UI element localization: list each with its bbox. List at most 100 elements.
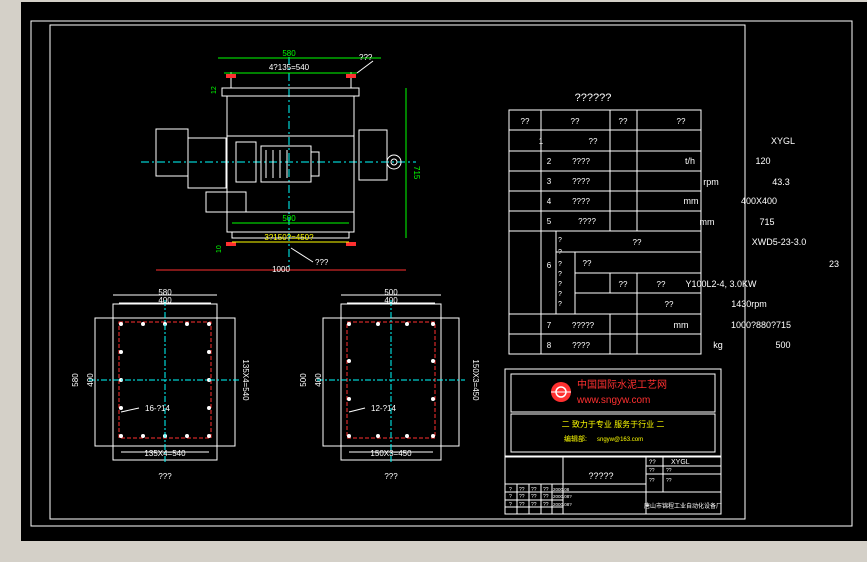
table-row-unit: t/h: [685, 156, 695, 166]
code-label: ??: [649, 460, 656, 466]
flange-right-w-inner: 400: [384, 296, 398, 305]
rev-cell: ??: [519, 487, 525, 493]
flange-left-bottom: 135X4=540: [144, 449, 186, 458]
rev-cell: ??: [543, 494, 549, 500]
top-note: ???: [359, 53, 373, 62]
top-bolt-marker: [226, 74, 236, 78]
table-row-name: ????: [572, 341, 590, 350]
table-row-no: 6: [547, 261, 552, 270]
dim-500: 500: [282, 214, 296, 223]
rev-cell: ??: [531, 494, 537, 500]
rev-cell: ?: [509, 494, 512, 500]
dim-1000: 1000: [272, 265, 290, 274]
table-header-no: ??: [521, 117, 530, 126]
table-row-unit: mm: [684, 196, 699, 206]
table-header-unit: ??: [619, 117, 628, 126]
rev-date: 2000.08?: [553, 502, 572, 507]
logo-slogan: 二 致力于专业 服务于行业 二: [562, 419, 665, 429]
main-elevation-view: 580 4?135=540 ??? 12 715 500 3?150?=450?…: [141, 49, 421, 274]
bearing-seat: [358, 129, 388, 181]
row6-r3b: ??: [657, 280, 666, 289]
flange-left-h-inner: 400: [86, 373, 95, 387]
dim-580: 580: [282, 49, 296, 58]
table-row-name: ??: [589, 137, 598, 146]
table-row-no: 4: [547, 197, 552, 206]
table-row-value: 43.3: [772, 177, 790, 187]
reducer: [187, 137, 227, 189]
flange-right-view: 500 400 500 400 150X3=450 12-?14 150X3=4…: [299, 288, 480, 481]
row6-vert-char: ?: [558, 271, 562, 278]
row6-vert-char: ?: [558, 291, 562, 298]
logo-block: 中国国际水泥工艺网 www.sngyw.com 二 致力于专业 服务于行业 二 …: [504, 368, 722, 457]
inner-frame: [49, 24, 746, 520]
rev-cell: ??: [519, 502, 525, 508]
row6-r1-value: XWD5-23-3.0: [752, 237, 807, 247]
globe-logo-icon: [551, 382, 571, 402]
table-row-name: ?????: [572, 321, 595, 330]
rev-cell: ??: [519, 494, 525, 500]
dim-top-bolt: 4?135=540: [269, 63, 310, 72]
table-header-name: ??: [571, 117, 580, 126]
sheet-field: ??: [649, 468, 655, 474]
drawing-code: XYGL: [671, 459, 690, 466]
table-row-value: 120: [755, 156, 770, 166]
flange-right-h-inner: 400: [314, 373, 323, 387]
row6-r1: ??: [633, 238, 642, 247]
logo-url: www.sngyw.com: [576, 395, 650, 406]
motor: [260, 145, 312, 183]
row6-vert-char: ?: [558, 261, 562, 268]
flange-left-side: 135X4=540: [241, 359, 250, 401]
flange-left-caption: ???: [158, 472, 172, 481]
table-row-no: 2: [547, 157, 552, 166]
rev-cell: ?: [509, 487, 512, 493]
rev-cell: ?: [509, 502, 512, 508]
row6-r3-value: Y100L2-4, 3.0KW: [685, 279, 757, 289]
table-row-no: 8: [547, 341, 552, 350]
company-name: 唐山市锦程工业自动化设备厂: [644, 502, 722, 510]
logo-name: 中国国际水泥工艺网: [577, 378, 667, 391]
cad-viewport[interactable]: 580 4?135=540 ??? 12 715 500 3?150?=450?…: [21, 2, 867, 541]
table-row-unit: kg: [713, 340, 723, 350]
table-header-value: ??: [677, 117, 686, 126]
flange-left-view: 580 400 580 400 135X4=540 16-?14 135X4=5…: [71, 288, 250, 481]
table-row-no: 1: [539, 137, 544, 146]
table-row-value: 715: [759, 217, 774, 227]
rev-date: 2000.08?: [553, 494, 572, 499]
table-row-value: 1000?880?715: [731, 320, 791, 330]
sheet-field: ??: [649, 478, 655, 484]
dim-10: 10: [216, 245, 223, 253]
rev-cell: ??: [531, 487, 537, 493]
table-row-no: 3: [547, 177, 552, 186]
dim-12: 12: [211, 86, 218, 94]
bottom-note: ???: [315, 258, 329, 267]
flange-left-h-outer: 580: [71, 373, 80, 387]
sheet-field: ??: [666, 468, 672, 474]
table-row-unit: mm: [700, 217, 715, 227]
table-row-value: 500: [775, 340, 790, 350]
table-row-no: 7: [547, 321, 552, 330]
bottom-bolt-marker: [226, 242, 236, 246]
row6-r4-value: 1430rpm: [731, 299, 767, 309]
row6-r2: ??: [583, 259, 592, 268]
rev-date: 2000.08: [553, 487, 570, 492]
table-row-name: ????: [572, 177, 590, 186]
flange-left-hole: 16-?14: [145, 404, 170, 413]
table-title: ??????: [575, 92, 612, 104]
base-block: [205, 191, 247, 213]
rev-cell: ??: [543, 502, 549, 508]
table-row-no: 5: [547, 217, 552, 226]
flange-right-h-outer: 500: [299, 373, 308, 387]
title-block: ????? ?? XYGL ? ?? ?? ?? 2000.08 ? ?? ??…: [504, 456, 722, 515]
top-flange: [221, 87, 360, 97]
parameter-table: ?????? ?? ?? ?? ?? 1 ?? XYGL 2 ???? t/h …: [508, 92, 839, 355]
row6-r1-value2: 23: [829, 259, 839, 269]
rev-cell: ??: [531, 502, 537, 508]
table-row-name: ????: [572, 197, 590, 206]
table-row-value: XYGL: [771, 136, 795, 146]
table-row-name: ????: [572, 157, 590, 166]
row6-r4: ??: [665, 300, 674, 309]
dim-715: 715: [412, 166, 421, 180]
flange-right-bottom: 150X3=450: [370, 449, 412, 458]
drawing-name: ?????: [588, 471, 613, 481]
row6-vert-char: ?: [558, 281, 562, 288]
